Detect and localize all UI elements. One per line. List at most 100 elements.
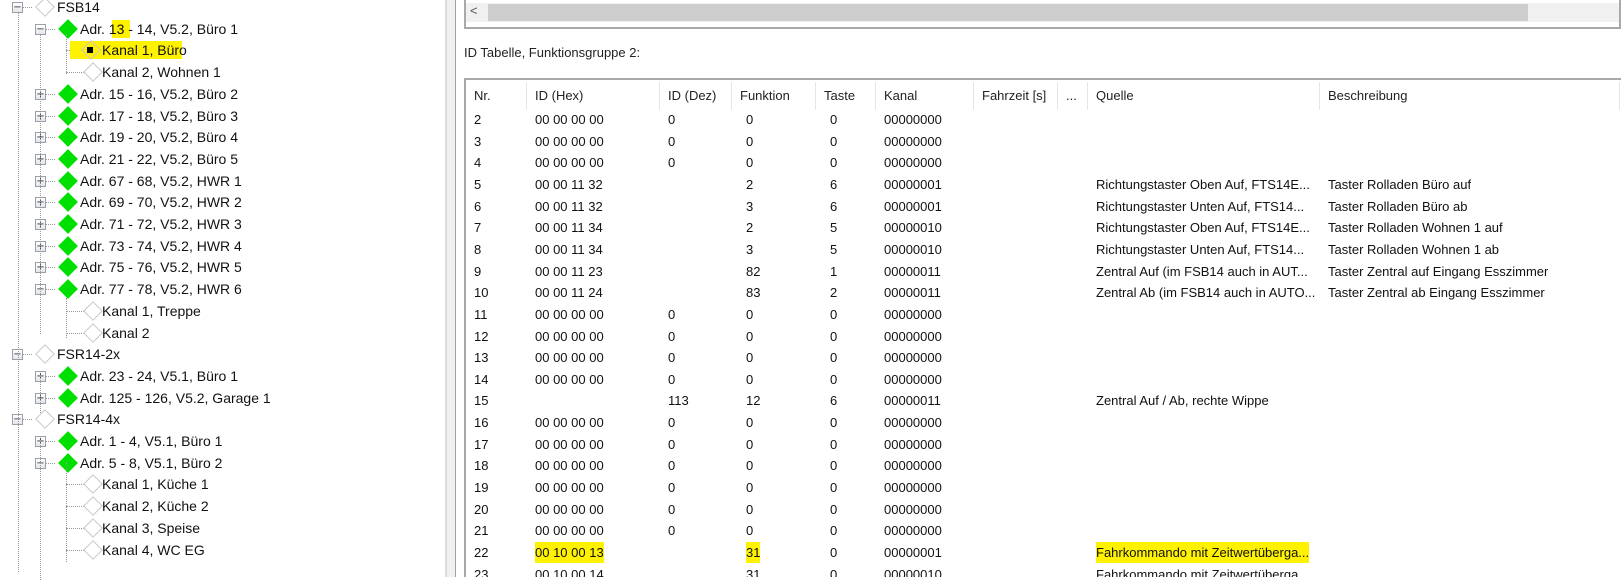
green-diamond-icon	[58, 105, 78, 126]
tree-node[interactable]: + Adr. 67 - 68, V5.2, HWR 1	[0, 170, 440, 192]
tree-node[interactable]: + Adr. 1 - 4, V5.1, Büro 1	[0, 430, 440, 452]
cell-funktion: 31	[746, 566, 761, 577]
cell-taste: 0	[830, 415, 838, 431]
white-diamond-icon	[83, 300, 103, 321]
column-header[interactable]: Fahrzeit [s]	[974, 82, 1058, 110]
table-row[interactable]: 15 113 12 6 00000011 Zentral Auf / Ab, rechte…	[466, 390, 1621, 412]
cell-funktion: 3	[746, 241, 754, 257]
cell-nr: 6	[474, 198, 482, 214]
column-header[interactable]: ID (Dez)	[660, 82, 732, 110]
scrollbar-thumb[interactable]	[488, 4, 1528, 21]
column-header[interactable]: ID (Hex)	[527, 82, 660, 110]
cell-id-hex: 00 00 00 00	[535, 112, 604, 127]
tree-node[interactable]: − FSB14	[0, 0, 440, 18]
cell-nr: 4	[474, 155, 482, 171]
cell-funktion: 0	[746, 350, 754, 366]
green-diamond-icon	[58, 431, 78, 451]
table-row[interactable]: 10 00 00 11 24 83 2 00000011 Zentral Ab (im F…	[466, 282, 1621, 304]
column-header[interactable]: Beschreibung	[1320, 82, 1620, 110]
tree-guide-line	[40, 440, 41, 580]
table-row[interactable]: 9 00 00 11 23 82 1 00000011 Zentral Auf (im F…	[466, 261, 1621, 283]
cell-taste: 0	[830, 480, 838, 496]
table-row[interactable]: 12 00 00 00 00 0 0 0 00000000	[466, 326, 1621, 348]
table-row[interactable]: 8 00 00 11 34 3 5 00000010 Richtungstaster Un…	[466, 239, 1621, 261]
green-diamond-icon	[58, 214, 78, 234]
table-row[interactable]: 13 00 00 00 00 0 0 0 00000000	[466, 347, 1621, 369]
cell-nr: 12	[474, 328, 489, 344]
tree-node-label: Kanal 1, Küche 1	[102, 476, 209, 493]
tree-node[interactable]: + Adr. 15 - 16, V5.2, Büro 2	[0, 83, 440, 105]
cell-kanal: 00000000	[884, 523, 942, 539]
cell-taste: 0	[830, 112, 838, 127]
table-row[interactable]: 7 00 00 11 34 2 5 00000010 Richtungstaster Ob…	[466, 217, 1621, 239]
tree-node[interactable]: − FSR14-2x	[0, 343, 440, 365]
top-table: <	[464, 0, 1621, 29]
tree-node[interactable]: + Adr. 125 - 126, V5.2, Garage 1	[0, 387, 440, 409]
tree-node[interactable]: + Adr. 19 - 20, V5.2, Büro 4	[0, 126, 440, 148]
horizontal-scrollbar[interactable]: <	[466, 3, 1619, 22]
cell-id-hex: 00 00 00 00	[535, 480, 604, 496]
table-row[interactable]: 21 00 00 00 00 0 0 0 00000000	[466, 520, 1621, 542]
cell-id-hex: 00 00 11 34	[535, 220, 603, 236]
cell-nr: 7	[474, 220, 482, 236]
table-row[interactable]: 19 00 00 00 00 0 0 0 00000000	[466, 477, 1621, 499]
cell-id-hex: 00 00 00 00	[535, 523, 604, 539]
column-header[interactable]: Nr.	[466, 82, 527, 110]
column-header[interactable]: Funktion	[732, 82, 816, 110]
cell-taste: 2	[830, 285, 838, 301]
cell-id-dez: 0	[668, 155, 676, 171]
table-row[interactable]: 16 00 00 00 00 0 0 0 00000000	[466, 412, 1621, 434]
tree-node[interactable]: + Adr. 23 - 24, V5.1, Büro 1	[0, 365, 440, 387]
green-diamond-icon	[58, 235, 78, 256]
tree-node[interactable]: + Adr. 17 - 18, V5.2, Büro 3	[0, 105, 440, 127]
table-row[interactable]: 11 00 00 00 00 0 0 0 00000000	[466, 304, 1621, 326]
tree-node[interactable]: − FSR14-4x	[0, 408, 440, 430]
cell-taste: 0	[830, 436, 838, 452]
cell-funktion: 0	[746, 480, 754, 496]
table-row[interactable]: 14 00 00 00 00 0 0 0 00000000	[466, 369, 1621, 391]
tree-node[interactable]: + Adr. 75 - 76, V5.2, HWR 5	[0, 256, 440, 278]
table-row[interactable]: 17 00 00 00 00 0 0 0 00000000	[466, 434, 1621, 456]
table-row[interactable]: 23 00 10 00 14 31 0 00000010 Fahrkommando mit…	[466, 564, 1621, 577]
cell-nr: 13	[474, 350, 489, 366]
tree-node[interactable]: + Adr. 71 - 72, V5.2, HWR 3	[0, 213, 440, 235]
green-diamond-icon	[58, 257, 78, 278]
cell-id-dez: 0	[668, 523, 676, 539]
device-tree[interactable]: − FSB14− Adr. 13 - 14, V5.2, Büro 1 Kanal 1…	[0, 0, 446, 580]
tree-node[interactable]: + Adr. 73 - 74, V5.2, HWR 4	[0, 235, 440, 257]
cell-kanal: 00000000	[884, 415, 942, 431]
cell-quelle: Richtungstaster Oben Auf, FTS14E...	[1096, 220, 1310, 236]
tree-node-label: FSR14-2x	[57, 346, 121, 363]
table-row[interactable]: 20 00 00 00 00 0 0 0 00000000	[466, 499, 1621, 521]
cell-quelle: Fahrkommando mit Zeitwertüberga...	[1096, 566, 1310, 577]
tree-node-label: Adr. 73 - 74, V5.2, HWR 4	[80, 237, 242, 254]
cell-nr: 15	[474, 393, 489, 409]
tree-node[interactable]: + Adr. 21 - 22, V5.2, Büro 5	[0, 148, 440, 170]
cell-funktion: 0	[746, 112, 754, 127]
cell-kanal: 00000011	[884, 285, 941, 301]
tree-guide-line	[66, 462, 67, 562]
table-row[interactable]: 4 00 00 00 00 0 0 0 00000000	[466, 152, 1621, 174]
cell-funktion: 0	[746, 328, 754, 344]
detail-pane: < ID Tabelle, Funktionsgruppe 2: Nr. ID (…	[456, 0, 1621, 577]
cell-kanal: 00000000	[884, 112, 942, 127]
table-row[interactable]: 22 00 10 00 13 31 0 00000001 Fahrkommando mit…	[466, 542, 1621, 564]
table-row[interactable]: 5 00 00 11 32 2 6 00000001 Richtungstaster Ob…	[466, 174, 1621, 196]
column-header[interactable]: Taste	[816, 82, 876, 110]
table-row[interactable]: 6 00 00 11 32 3 6 00000001 Richtungstaster Un…	[466, 196, 1621, 218]
column-header[interactable]: Quelle	[1088, 82, 1320, 110]
table-row[interactable]: 2 00 00 00 00 0 0 0 00000000	[466, 109, 1621, 131]
white-diamond-icon	[35, 409, 55, 430]
table-row[interactable]: 18 00 00 00 00 0 0 0 00000000	[466, 455, 1621, 477]
cell-funktion: 0	[746, 306, 754, 322]
tree-node-label: Adr. 1 - 4, V5.1, Büro 1	[80, 433, 223, 449]
cell-nr: 11	[474, 306, 488, 322]
column-header[interactable]: Kanal	[876, 82, 974, 110]
pane-splitter[interactable]	[446, 0, 456, 577]
scroll-left-icon[interactable]: <	[470, 3, 478, 18]
table-row[interactable]: 3 00 00 00 00 0 0 0 00000000	[466, 131, 1621, 153]
tree-node[interactable]: − Adr. 77 - 78, V5.2, HWR 6	[0, 278, 440, 300]
column-header[interactable]: ...	[1058, 82, 1088, 110]
tree-node[interactable]: + Adr. 69 - 70, V5.2, HWR 2	[0, 191, 440, 213]
cell-kanal: 00000000	[884, 501, 942, 517]
